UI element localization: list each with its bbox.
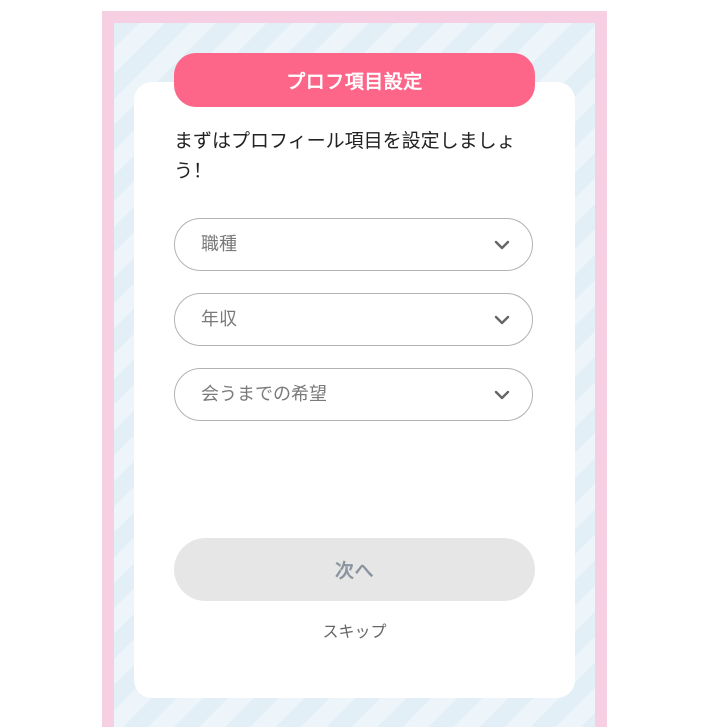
- chevron-down-icon: [494, 240, 510, 250]
- annual-income-select-label: 年収: [201, 309, 237, 330]
- chevron-down-icon: [494, 315, 510, 325]
- page-title: プロフ項目設定: [174, 53, 535, 107]
- intro-message: まずはプロフィール項目を設定しましょう！: [174, 130, 516, 182]
- skip-link[interactable]: スキップ: [174, 618, 535, 642]
- meeting-preference-select[interactable]: 会うまでの希望: [174, 368, 533, 421]
- occupation-select-label: 職種: [201, 234, 237, 255]
- chevron-down-icon: [494, 390, 510, 400]
- meeting-preference-select-label: 会うまでの希望: [201, 384, 327, 405]
- next-button[interactable]: 次へ: [174, 538, 535, 601]
- annual-income-select[interactable]: 年収: [174, 293, 533, 346]
- occupation-select[interactable]: 職種: [174, 218, 533, 271]
